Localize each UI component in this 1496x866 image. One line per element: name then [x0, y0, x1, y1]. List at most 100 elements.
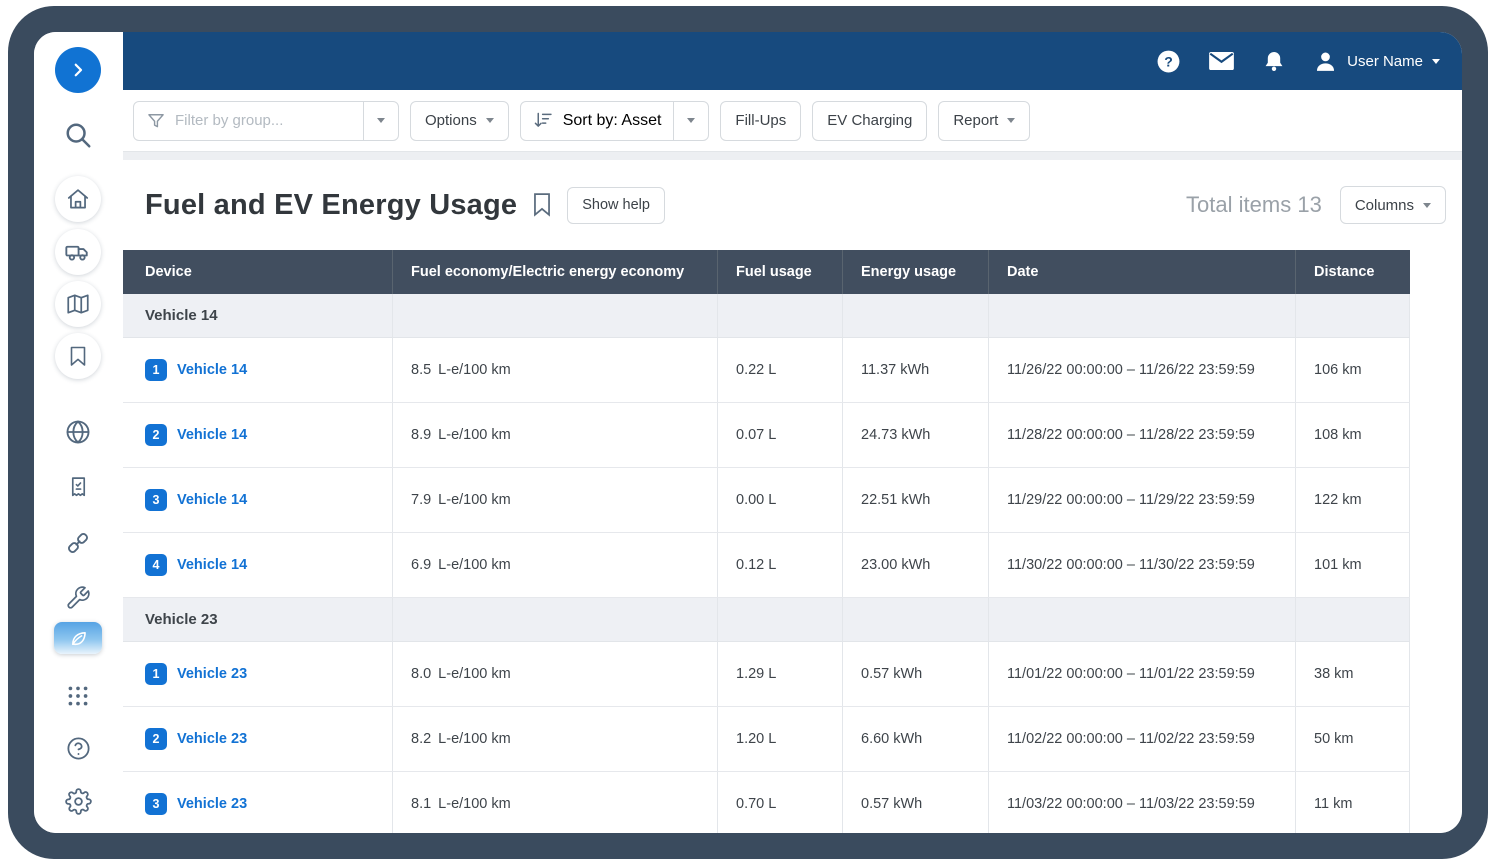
column-header[interactable]: Distance — [1295, 250, 1410, 294]
show-help-label: Show help — [582, 197, 650, 213]
device-link[interactable]: Vehicle 14 — [177, 492, 247, 508]
device-link[interactable]: Vehicle 23 — [177, 731, 247, 747]
sidebar-item-links[interactable] — [55, 520, 101, 566]
row-index-badge: 3 — [145, 793, 167, 815]
economy-unit: L-e/100 km — [438, 557, 511, 573]
help-circle-icon[interactable]: ? — [1156, 49, 1181, 74]
economy-cell: 6.9L-e/100 km — [392, 533, 717, 597]
receipt-icon — [66, 475, 91, 500]
economy-value: 8.2 — [411, 731, 431, 747]
bookmark-icon — [66, 344, 90, 368]
economy-cell: 8.1L-e/100 km — [392, 772, 717, 833]
report-label: Report — [953, 112, 998, 129]
column-header[interactable]: Fuel economy/Electric energy economy — [392, 250, 717, 294]
fill-ups-label: Fill-Ups — [735, 112, 786, 129]
map-icon — [65, 291, 91, 317]
sidebar-item-zones[interactable] — [55, 409, 101, 455]
filter-funnel-icon — [146, 111, 166, 131]
mail-icon[interactable] — [1208, 50, 1235, 72]
economy-cell: 8.5L-e/100 km — [392, 338, 717, 402]
date-cell: 11/01/22 00:00:00 – 11/01/22 23:59:59 — [988, 642, 1295, 706]
energy-usage-cell: 23.00 kWh — [842, 533, 988, 597]
bell-icon[interactable] — [1262, 49, 1286, 74]
sidebar-item-vehicles[interactable] — [55, 229, 101, 275]
total-items: Total items 13 — [1186, 192, 1322, 218]
wrench-icon — [65, 585, 91, 611]
ev-charging-button[interactable]: EV Charging — [812, 101, 927, 141]
device-link[interactable]: Vehicle 23 — [177, 666, 247, 682]
fuel-usage-cell: 0.07 L — [717, 403, 842, 467]
row-index-badge: 1 — [145, 359, 167, 381]
gear-icon — [65, 788, 92, 815]
economy-cell: 7.9L-e/100 km — [392, 468, 717, 532]
sort-label: Sort by: Asset — [563, 112, 662, 130]
options-button[interactable]: Options — [410, 101, 509, 141]
sidebar-item-search[interactable] — [55, 112, 101, 158]
distance-cell: 122 km — [1295, 468, 1410, 532]
sidebar-item-bookmarks[interactable] — [55, 333, 101, 379]
device-cell: 2 Vehicle 23 — [123, 707, 392, 771]
distance-cell: 50 km — [1295, 707, 1410, 771]
distance-cell: 38 km — [1295, 642, 1410, 706]
columns-button[interactable]: Columns — [1340, 186, 1446, 224]
device-cell: 2Vehicle 14 — [123, 403, 392, 467]
column-header[interactable]: Date — [988, 250, 1295, 294]
table-row: 1Vehicle 148.5L-e/100 km0.22 L11.37 kWh1… — [123, 338, 1410, 403]
filter-dropdown-toggle[interactable] — [363, 102, 398, 140]
link-icon — [64, 529, 92, 557]
sidebar-item-map[interactable] — [55, 281, 101, 327]
sidebar-item-settings[interactable] — [55, 778, 101, 824]
user-menu[interactable]: User Name — [1313, 49, 1440, 74]
table-row: 3Vehicle 238.1L-e/100 km0.70 L0.57 kWh11… — [123, 772, 1410, 833]
toolbar: Options Sort by: Asset Fill-Ups EV Charg… — [123, 90, 1462, 152]
sort-group: Sort by: Asset — [520, 101, 710, 141]
sort-dropdown-toggle[interactable] — [673, 102, 708, 140]
sidebar-item-rules[interactable] — [55, 464, 101, 510]
group-header-row: Vehicle 23 — [123, 598, 1410, 642]
device-link[interactable]: Vehicle 14 — [177, 362, 247, 378]
divider-band — [123, 152, 1462, 160]
filter-input-wrap — [134, 102, 363, 140]
total-items-count: 13 — [1297, 192, 1321, 217]
sidebar-item-sustainability[interactable] — [54, 622, 102, 654]
user-avatar-icon — [1313, 49, 1338, 74]
group-cell-empty — [842, 294, 988, 337]
fuel-usage-cell: 0.00 L — [717, 468, 842, 532]
sort-icon — [533, 110, 554, 131]
options-label: Options — [425, 112, 477, 129]
fuel-usage-cell: 0.22 L — [717, 338, 842, 402]
energy-usage-cell: 24.73 kWh — [842, 403, 988, 467]
row-index-badge: 2 — [145, 728, 167, 750]
table-body: Vehicle 14 1 Vehicle 14 8.5L-e/100 km0.22 L… — [123, 294, 1410, 833]
sidebar-item-apps[interactable] — [55, 673, 101, 719]
device-cell: 1Vehicle 23 — [123, 642, 392, 706]
economy-unit: L-e/100 km — [438, 731, 511, 747]
bookmark-icon[interactable] — [531, 192, 553, 223]
device-link[interactable]: Vehicle 23 — [177, 796, 247, 812]
help-icon — [65, 735, 92, 762]
column-header[interactable]: Device — [123, 250, 392, 294]
sidebar-item-maintenance[interactable] — [55, 575, 101, 621]
sort-by-button[interactable]: Sort by: Asset — [521, 102, 674, 140]
column-header[interactable]: Fuel usage — [717, 250, 842, 294]
row-index-badge: 3 — [145, 489, 167, 511]
device-link[interactable]: Vehicle 14 — [177, 557, 247, 573]
sidebar-item-expand[interactable] — [55, 47, 101, 93]
economy-unit: L-e/100 km — [438, 492, 511, 508]
chevron-down-icon — [1432, 59, 1440, 64]
chevron-down-icon — [377, 118, 385, 123]
title-row: Fuel and EV Energy Usage Show help Total… — [123, 160, 1462, 250]
report-button[interactable]: Report — [938, 101, 1030, 141]
chevron-right-icon — [69, 61, 87, 79]
filter-by-group-input[interactable] — [175, 112, 335, 129]
show-help-button[interactable]: Show help — [567, 187, 665, 224]
date-cell: 11/29/22 00:00:00 – 11/29/22 23:59:59 — [988, 468, 1295, 532]
device-link[interactable]: Vehicle 14 — [177, 427, 247, 443]
sidebar-item-home[interactable] — [55, 176, 101, 222]
energy-usage-cell: 0.57 kWh — [842, 772, 988, 833]
column-header[interactable]: Energy usage — [842, 250, 988, 294]
economy-unit: L-e/100 km — [438, 427, 511, 443]
sidebar-item-support[interactable] — [55, 725, 101, 771]
fill-ups-button[interactable]: Fill-Ups — [720, 101, 801, 141]
device-cell: 1 Vehicle 14 — [123, 338, 392, 402]
